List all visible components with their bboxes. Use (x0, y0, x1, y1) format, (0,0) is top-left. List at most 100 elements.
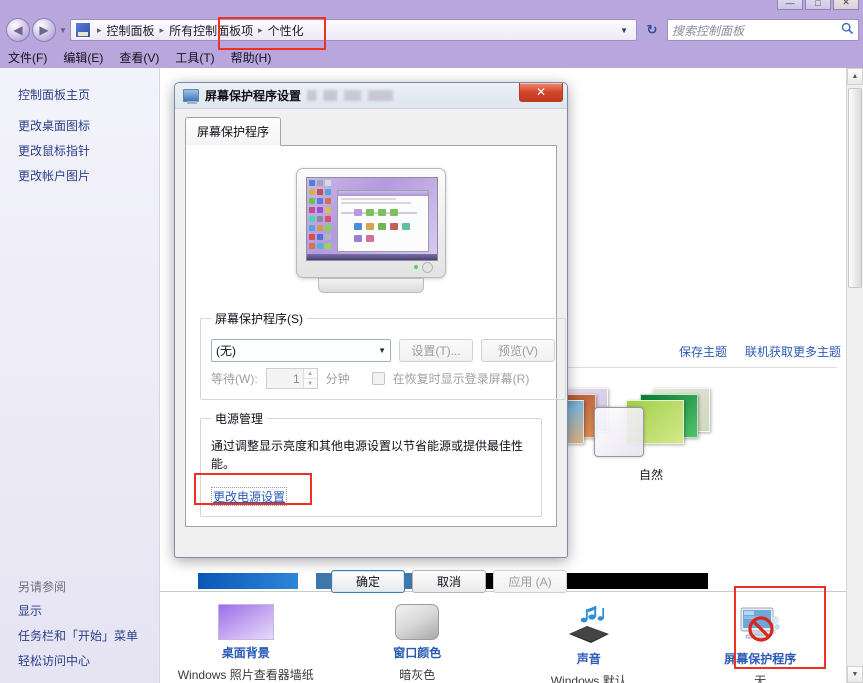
theme-thumbnail-stack (592, 386, 710, 461)
sidebar: 控制面板主页 更改桌面图标 更改鼠标指针 更改帐户图片 另请参阅 显示 任务栏和… (0, 68, 160, 683)
refresh-icon[interactable]: ↻ (641, 19, 663, 41)
breadcrumb-item-all-items[interactable]: 所有控制面板项 (167, 22, 255, 39)
blurred-text (307, 90, 394, 101)
menu-item-view[interactable]: 查看(V) (111, 47, 167, 68)
power-button-icon (422, 262, 433, 273)
save-theme-link[interactable]: 保存主题 (679, 343, 727, 360)
chevron-down-icon[interactable]: ▼ (56, 26, 70, 35)
wait-label: 等待(W): (211, 372, 258, 386)
ok-button[interactable]: 确定 (331, 570, 405, 593)
window-titlebar: — □ ✕ (0, 0, 863, 14)
resume-logon-checkbox[interactable] (371, 372, 385, 385)
sidebar-item-control-panel-home[interactable]: 控制面板主页 (0, 82, 159, 113)
close-button[interactable]: ✕ (833, 0, 859, 10)
item-title[interactable]: 声音 (577, 650, 601, 667)
power-management-group: 电源管理 通过调整显示亮度和其他电源设置以节省能源或提供最佳性能。 更改电源设置 (200, 410, 542, 517)
tab-screen-saver[interactable]: 屏幕保护程序 (185, 117, 282, 146)
forward-button[interactable]: ▶ (32, 18, 56, 42)
dialog-body: 屏幕保护程序 屏幕保护程序(S) (无) ▼ 设置(T)... 预览(V) 等待… (175, 109, 567, 593)
cancel-button[interactable]: 取消 (412, 570, 486, 593)
theme-tile-nature[interactable]: 自然 (592, 386, 710, 483)
get-more-themes-online-link[interactable]: 联机获取更多主题 (745, 343, 841, 360)
search-placeholder: 搜索控制面板 (672, 23, 745, 38)
maximize-button[interactable]: □ (805, 0, 831, 10)
search-input[interactable]: 搜索控制面板 (667, 19, 859, 41)
chevron-down-icon[interactable]: ▼ (378, 346, 386, 355)
control-panel-icon (75, 22, 91, 38)
monitor-stand (318, 278, 424, 293)
sidebar-item-display[interactable]: 显示 (0, 598, 159, 623)
item-title[interactable]: 窗口颜色 (393, 644, 441, 661)
dialog-tabpanel: 屏幕保护程序(S) (无) ▼ 设置(T)... 预览(V) 等待(W): 1 (185, 145, 566, 527)
window-controls: — □ ✕ (777, 0, 859, 10)
dialog-titlebar: 屏幕保护程序设置 ✕ (175, 82, 567, 109)
breadcrumb-separator: ▸ (159, 24, 165, 35)
item-sound[interactable]: 声音 Windows 默认 (503, 598, 675, 683)
address-bar-row: ◀ ▶ ▼ ▸ 控制面板 ▸ 所有控制面板项 ▸ 个性化 ▼ ↻ 搜索控制面板 (0, 14, 863, 46)
preview-taskbar (307, 254, 437, 260)
wait-row: 等待(W): 1 ▲ ▼ 分钟 在恢复时显示登录屏幕(R) (211, 368, 555, 389)
back-button[interactable]: ◀ (6, 18, 30, 42)
breadcrumb[interactable]: ▸ 控制面板 ▸ 所有控制面板项 ▸ 个性化 ▼ (70, 19, 637, 41)
search-icon (841, 22, 854, 38)
stepper-down-icon[interactable]: ▼ (303, 379, 317, 388)
minutes-label: 分钟 (325, 372, 350, 386)
preview-window (337, 190, 429, 252)
power-led-icon (414, 265, 418, 269)
item-title[interactable]: 屏幕保护程序 (724, 650, 796, 667)
menu-item-help[interactable]: 帮助(H) (223, 47, 280, 68)
item-value: 暗灰色 (399, 668, 436, 682)
breadcrumb-separator: ▸ (97, 24, 102, 35)
sound-icon (561, 604, 617, 646)
preview-button[interactable]: 预览(V) (481, 339, 555, 362)
theme-selected-frame (594, 407, 644, 457)
dialog-footer-buttons: 确定 取消 应用 (A) (331, 570, 567, 593)
resume-logon-label[interactable]: 在恢复时显示登录屏幕(R) (393, 370, 530, 387)
wait-value: 1 (292, 371, 300, 386)
sidebar-item-taskbar-start-menu[interactable]: 任务栏和「开始」菜单 (0, 623, 159, 648)
menu-item-tools[interactable]: 工具(T) (167, 47, 222, 68)
item-value: Windows 照片查看器墙纸 (177, 668, 314, 682)
see-also-header: 另请参阅 (18, 580, 67, 594)
scroll-down-icon[interactable]: ▼ (847, 666, 863, 683)
sidebar-item-ease-of-access-center[interactable]: 轻松访问中心 (0, 648, 159, 673)
item-desktop-background[interactable]: 桌面背景 Windows 照片查看器墙纸 (160, 598, 332, 683)
address-dropdown-icon[interactable]: ▼ (614, 26, 634, 35)
breadcrumb-item-control-panel[interactable]: 控制面板 (105, 22, 157, 39)
breadcrumb-item-personalization[interactable]: 个性化 (266, 22, 306, 39)
screensaver-icon (732, 604, 788, 646)
item-window-color[interactable]: 窗口颜色 暗灰色 (332, 598, 504, 683)
stepper-up-icon[interactable]: ▲ (303, 369, 317, 379)
monitor-screen (306, 177, 438, 261)
menu-item-file[interactable]: 文件(F) (0, 47, 55, 68)
scroll-up-icon[interactable]: ▲ (847, 68, 863, 85)
theme-actions: 保存主题 联机获取更多主题 (679, 343, 841, 360)
apply-button[interactable]: 应用 (A) (493, 570, 567, 593)
item-screen-saver[interactable]: 屏幕保护程序 无 (675, 598, 847, 683)
theme-name: 自然 (638, 468, 663, 482)
sidebar-item-change-desktop-icons[interactable]: 更改桌面图标 (0, 113, 159, 138)
monitor-icon (183, 89, 199, 104)
desktop-icons-preview (309, 180, 335, 252)
screensaver-dropdown[interactable]: (无) ▼ (211, 339, 391, 362)
vertical-scrollbar[interactable]: ▲ ▼ (846, 68, 863, 683)
change-power-settings-link[interactable]: 更改电源设置 (211, 487, 288, 506)
settings-button[interactable]: 设置(T)... (399, 339, 473, 362)
sidebar-item-change-account-picture[interactable]: 更改帐户图片 (0, 163, 159, 188)
theme-thumb-partial (198, 573, 298, 589)
personalization-items: 桌面背景 Windows 照片查看器墙纸 窗口颜色 暗灰色 声音 Windows… (160, 598, 846, 683)
item-value: 无 (754, 674, 767, 683)
wait-minutes-stepper[interactable]: 1 ▲ ▼ (265, 368, 318, 389)
minimize-button[interactable]: — (777, 0, 803, 10)
screen-saver-group-legend: 屏幕保护程序(S) (215, 312, 303, 326)
control-panel-window: — □ ✕ ◀ ▶ ▼ ▸ 控制面板 ▸ 所有控制面板项 ▸ 个性化 ▼ ↻ 搜… (0, 0, 863, 683)
item-title[interactable]: 桌面背景 (222, 644, 270, 661)
stepper-buttons[interactable]: ▲ ▼ (302, 369, 317, 388)
dialog-close-button[interactable]: ✕ (519, 82, 563, 102)
sidebar-item-change-mouse-pointers[interactable]: 更改鼠标指针 (0, 138, 159, 163)
breadcrumb-separator: ▸ (258, 24, 263, 35)
menu-item-edit[interactable]: 编辑(E) (55, 47, 111, 68)
screensaver-selected-value: (无) (216, 344, 236, 358)
monitor-preview (296, 168, 446, 296)
scrollbar-thumb[interactable] (848, 88, 862, 288)
